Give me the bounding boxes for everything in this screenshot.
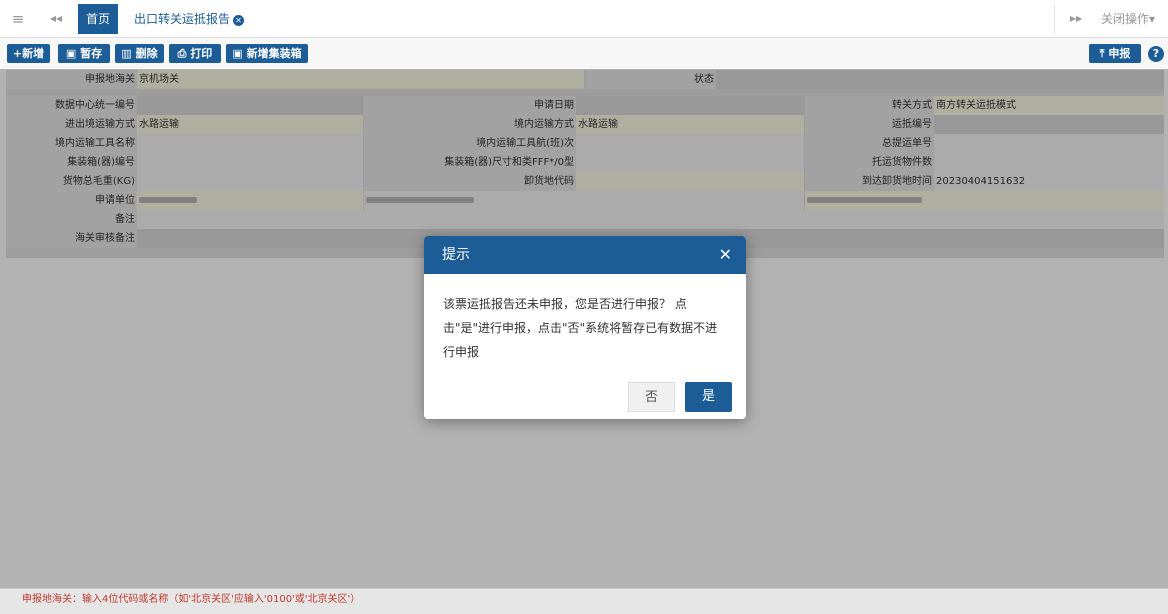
dialog-message: 该票运抵报告还未申报，您是否进行申报？ 点 击"是"进行申报，点击"否"系统将暂… <box>443 292 729 364</box>
tab-bar: ≡ ◀◀ 首页 出口转关运抵报告 ✕ ▶▶ 关闭操作▾ <box>0 0 1168 38</box>
save-button[interactable]: ▣ 暂存 <box>58 44 110 63</box>
declare-label: 申报 <box>1108 47 1131 60</box>
dialog-message-line: 该票运抵报告还未申报，您是否进行申报？ 点 <box>443 297 687 311</box>
trash-icon: ▥ <box>121 47 136 60</box>
scroll-right-icon[interactable]: ▶▶ <box>1064 0 1088 38</box>
delete-label: 删除 <box>135 47 158 60</box>
dialog-message-line: 击"是"进行申报，点击"否"系统将暂存已有数据不进 <box>443 321 718 335</box>
delete-button[interactable]: ▥ 删除 <box>115 44 164 63</box>
close-operations-dropdown[interactable]: 关闭操作▾ <box>1101 0 1155 38</box>
status-bar: 申报地海关：输入4位代码或名称（如'北京关区'应输入'0100'或'北京关区'） <box>0 588 1168 614</box>
save-icon: ▣ <box>232 47 247 60</box>
no-button[interactable]: 否 <box>628 382 675 412</box>
close-tab-icon[interactable]: ✕ <box>233 15 245 26</box>
help-icon[interactable]: ? <box>1148 46 1164 62</box>
tab-label: 出口转关运抵报告 <box>134 12 231 26</box>
save-label: 暂存 <box>80 47 103 60</box>
print-button[interactable]: ⎙ 打印 <box>169 44 221 63</box>
yes-button[interactable]: 是 <box>685 382 732 412</box>
confirm-dialog: 提示 ✕ 该票运抵报告还未申报，您是否进行申报？ 点 击"是"进行申报，点击"否… <box>424 236 746 419</box>
print-label: 打印 <box>190 47 213 60</box>
add-container-button[interactable]: ▣ 新增集装箱 <box>226 44 308 63</box>
close-icon[interactable]: ✕ <box>719 236 732 274</box>
print-icon: ⎙ <box>177 47 191 60</box>
declare-button[interactable]: ⤒ 申报 <box>1089 44 1141 63</box>
add-container-label: 新增集装箱 <box>246 47 302 60</box>
field-hint: 申报地海关：输入4位代码或名称（如'北京关区'应输入'0100'或'北京关区'） <box>22 594 361 605</box>
tab-home[interactable]: 首页 <box>78 4 118 34</box>
menu-icon[interactable]: ≡ <box>6 0 30 38</box>
dialog-message-line: 行申报 <box>443 345 480 359</box>
dialog-title: 提示 <box>442 247 470 263</box>
divider <box>1054 4 1055 34</box>
save-icon: ▣ <box>65 47 81 60</box>
add-button[interactable]: +新增 <box>7 44 50 63</box>
dialog-header: 提示 ✕ <box>424 236 746 274</box>
scroll-left-icon[interactable]: ◀◀ <box>44 0 68 38</box>
toolbar: +新增 ▣ 暂存 ▥ 删除 ⎙ 打印 ▣ 新增集装箱 ⤒ 申报 <box>0 38 1168 69</box>
tab-export-transit-report[interactable]: 出口转关运抵报告 ✕ <box>122 4 248 34</box>
